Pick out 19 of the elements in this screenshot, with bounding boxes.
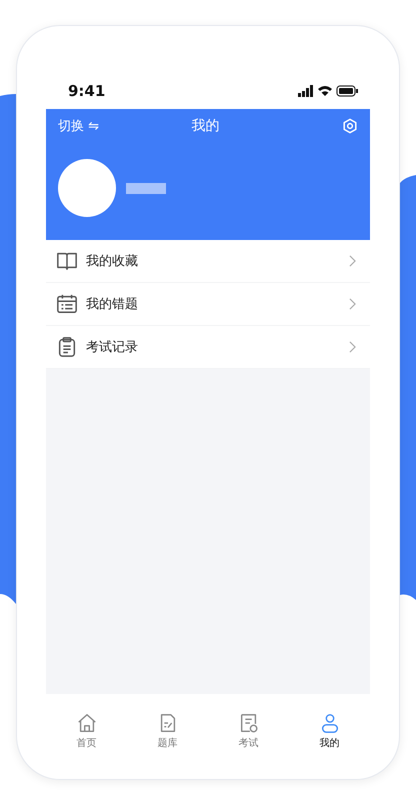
chevron-icon [349,255,356,267]
home-icon [76,712,98,734]
book-icon [56,250,78,272]
redacted-name [126,182,166,194]
settings-icon[interactable] [342,118,358,134]
status-time: 9:41 [68,82,106,100]
chevron-icon [349,341,356,353]
page-title: 我的 [192,117,220,135]
tab-item[interactable]: 考试 [224,712,274,750]
calendar-icon [56,293,78,315]
switch-link[interactable]: 切换 ⇋ [58,117,100,135]
status-icons [298,84,358,96]
tab-item[interactable]: 我的 [304,712,354,750]
tab-item[interactable]: 首页 [62,712,112,750]
menu-item[interactable]: 我的错题 [46,283,370,326]
menu-item[interactable]: 我的收藏 [46,240,370,283]
chevron-icon [349,298,356,310]
clipboard-icon [56,336,78,358]
tab-item[interactable]: 题库 [142,712,192,750]
